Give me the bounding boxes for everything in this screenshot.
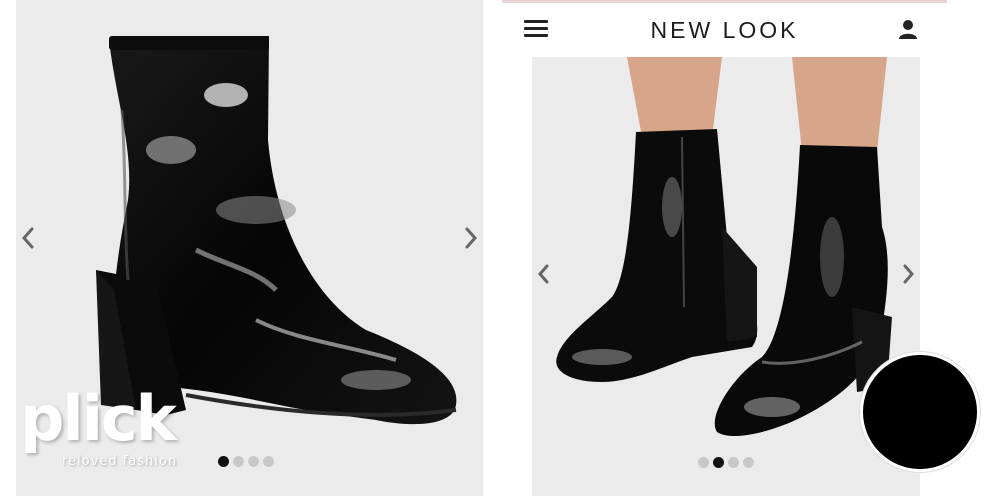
pagination-dot[interactable] <box>713 457 724 468</box>
person-icon[interactable] <box>897 18 919 40</box>
pagination-dot[interactable] <box>248 456 259 467</box>
model-boots-image <box>556 57 892 437</box>
app-header: NEW LOOK <box>502 3 947 55</box>
prev-image-button[interactable] <box>20 226 36 255</box>
logo-wordmark: plick <box>20 382 177 455</box>
image-pagination-dots <box>218 456 274 467</box>
plick-watermark-logo: plick reloved fashion <box>20 388 195 478</box>
pagination-dot[interactable] <box>218 456 229 467</box>
pagination-dot[interactable] <box>698 457 709 468</box>
pagination-dot[interactable] <box>233 456 244 467</box>
pagination-dot[interactable] <box>728 457 739 468</box>
next-image-button[interactable] <box>902 263 916 290</box>
next-image-button[interactable] <box>463 226 479 255</box>
brand-logo: NEW LOOK <box>650 17 799 43</box>
prev-image-button[interactable] <box>536 263 550 290</box>
model-product-image <box>532 57 920 496</box>
chevron-left-icon <box>538 264 549 284</box>
chevron-right-icon <box>465 227 478 249</box>
chevron-left-icon <box>21 227 34 249</box>
chevron-right-icon <box>903 264 914 284</box>
profile-avatar-circle[interactable] <box>860 352 980 472</box>
pagination-dot[interactable] <box>743 457 754 468</box>
pagination-dot[interactable] <box>263 456 274 467</box>
image-pagination-dots <box>698 457 754 468</box>
logo-tagline: reloved fashion <box>62 454 178 469</box>
